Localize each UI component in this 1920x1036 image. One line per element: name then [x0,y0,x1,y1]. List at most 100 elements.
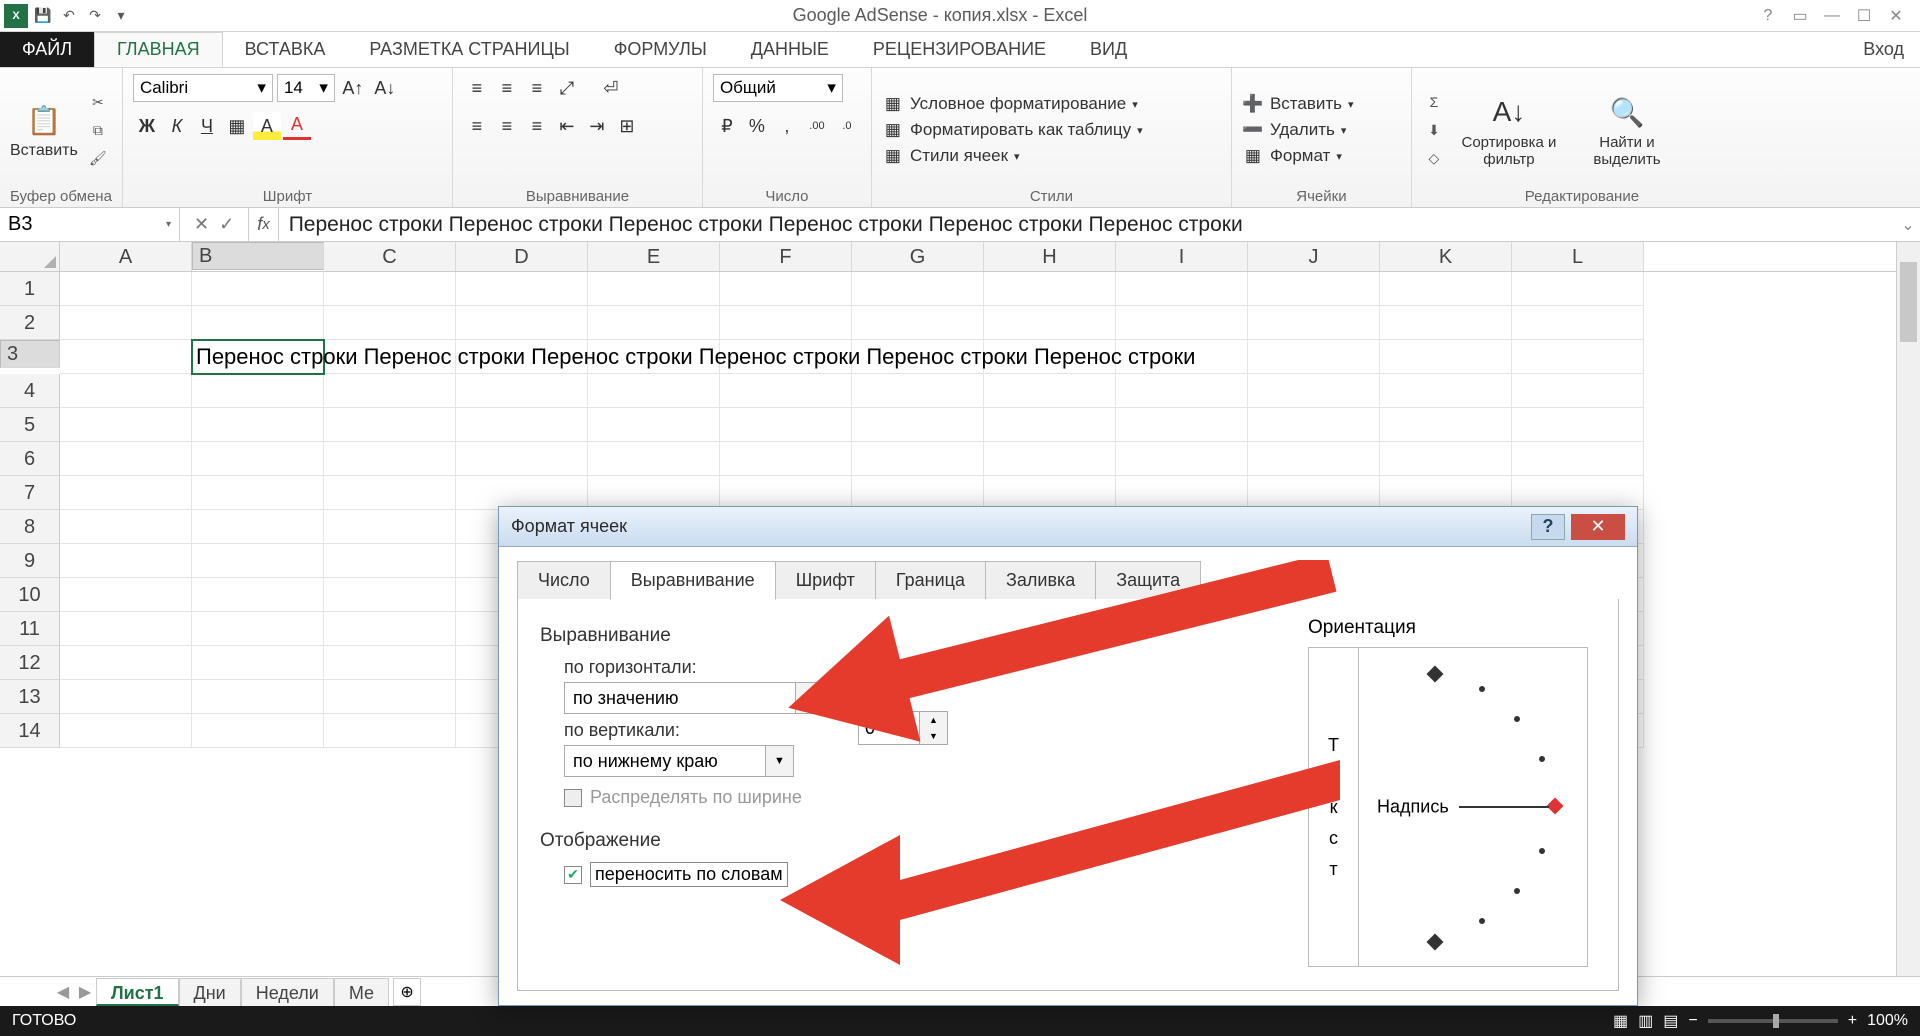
format-painter-icon[interactable]: 🖌 [86,146,110,170]
spin-up-icon[interactable]: ▲ [920,712,947,728]
cell[interactable] [192,612,324,646]
tab-home[interactable]: ГЛАВНАЯ [94,32,223,67]
col-header[interactable]: G [852,242,984,271]
cell[interactable] [324,646,456,680]
cell[interactable] [1512,476,1644,510]
col-header[interactable]: A [60,242,192,271]
sheet-tab[interactable]: Ме [334,978,389,1006]
cell[interactable] [984,272,1116,306]
cell[interactable] [60,408,192,442]
dialog-help-button[interactable]: ? [1531,514,1565,540]
orientation-vertical-button[interactable]: Текст [1309,648,1359,966]
cell[interactable] [852,374,984,408]
cell[interactable] [324,306,456,340]
conditional-formatting-button[interactable]: ▦Условное форматирование▾ [882,93,1143,115]
cell[interactable] [1248,408,1380,442]
sign-in-link[interactable]: Вход [1847,32,1920,67]
cell[interactable] [852,442,984,476]
cell[interactable] [324,680,456,714]
delete-cells-button[interactable]: ➖Удалить▾ [1242,119,1354,141]
cell[interactable] [192,442,324,476]
col-header[interactable]: L [1512,242,1644,271]
underline-button[interactable]: Ч [193,112,221,140]
cell[interactable] [1512,306,1644,340]
col-header[interactable]: J [1248,242,1380,271]
decrease-indent-icon[interactable]: ⇤ [553,112,581,140]
cell[interactable] [60,306,192,340]
dialog-tab-alignment[interactable]: Выравнивание [610,561,776,600]
cell[interactable] [324,612,456,646]
cell[interactable] [1248,374,1380,408]
cell[interactable] [192,476,324,510]
sheet-tab[interactable]: Недели [241,978,334,1006]
cell[interactable] [588,442,720,476]
dialog-close-button[interactable]: ✕ [1571,514,1625,540]
row-header[interactable]: 14 [0,714,60,748]
font-name-combo[interactable]: Calibri▾ [133,74,273,102]
tab-insert[interactable]: ВСТАВКА [223,32,348,67]
dialog-tab-fill[interactable]: Заливка [985,561,1096,600]
increase-decimal-icon[interactable]: .00 [803,112,831,140]
orientation-icon[interactable]: ⤢ [553,74,581,102]
zoom-in-icon[interactable]: + [1848,1012,1857,1030]
sort-filter-button[interactable]: A↓ Сортировка и фильтр [1454,92,1564,168]
sheet-tab[interactable]: Дни [179,978,241,1006]
cell[interactable] [324,442,456,476]
row-header[interactable]: 9 [0,544,60,578]
cell[interactable] [324,374,456,408]
help-icon[interactable]: ? [1756,4,1780,28]
row-header[interactable]: 13 [0,680,60,714]
zoom-slider[interactable] [1708,1019,1838,1023]
cell[interactable] [852,408,984,442]
cell[interactable] [1512,442,1644,476]
cell[interactable] [456,272,588,306]
align-right-icon[interactable]: ≡ [523,112,551,140]
cell[interactable]: Перенос строки Перенос строки Перенос ст… [192,340,324,374]
cell[interactable] [60,510,192,544]
next-sheet-icon[interactable]: ▶ [74,981,96,1003]
cell[interactable] [852,272,984,306]
cell[interactable] [1248,442,1380,476]
row-header[interactable]: 2 [0,306,60,340]
vertical-scrollbar[interactable] [1896,242,1920,1006]
cell[interactable] [324,714,456,748]
cell[interactable] [984,374,1116,408]
copy-icon[interactable]: ⧉ [86,118,110,142]
cell[interactable] [456,476,588,510]
cell[interactable] [720,374,852,408]
cell[interactable] [60,272,192,306]
cell[interactable] [60,714,192,748]
col-header[interactable]: D [456,242,588,271]
cell[interactable] [1116,306,1248,340]
row-header[interactable]: 10 [0,578,60,612]
view-page-break-icon[interactable]: ▤ [1663,1011,1678,1031]
prev-sheet-icon[interactable]: ◀ [52,981,74,1003]
cell[interactable] [60,374,192,408]
tab-data[interactable]: ДАННЫЕ [729,32,851,67]
horizontal-combo[interactable]: по значению▼ [564,682,824,714]
qat-customize-icon[interactable]: ▾ [110,5,132,27]
align-top-icon[interactable]: ≡ [463,74,491,102]
zoom-out-icon[interactable]: − [1688,1012,1697,1030]
cell[interactable] [60,612,192,646]
autosum-icon[interactable]: Σ [1422,90,1446,114]
cell[interactable] [1248,476,1380,510]
cell[interactable] [720,272,852,306]
row-header[interactable]: 11 [0,612,60,646]
comma-icon[interactable]: , [773,112,801,140]
cell[interactable] [324,544,456,578]
cell[interactable] [720,306,852,340]
cell[interactable] [984,408,1116,442]
percent-icon[interactable]: % [743,112,771,140]
add-sheet-button[interactable]: ⊕ [393,978,421,1006]
cell[interactable] [984,476,1116,510]
cell[interactable] [324,578,456,612]
row-header[interactable]: 7 [0,476,60,510]
col-header[interactable]: C [324,242,456,271]
col-header[interactable]: H [984,242,1116,271]
row-header[interactable]: 3 [0,340,60,368]
cell[interactable] [1248,272,1380,306]
dialog-tab-border[interactable]: Граница [875,561,986,600]
cell[interactable] [192,408,324,442]
minimize-icon[interactable]: — [1820,4,1844,28]
